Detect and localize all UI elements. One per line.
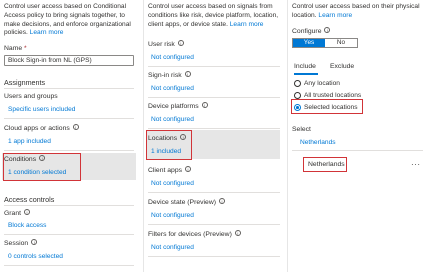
condition-value[interactable]: Not configured [151,116,194,124]
highlight-box [303,157,347,172]
condition-value[interactable]: Not configured [151,212,194,220]
condition-value[interactable]: Not configured [151,180,194,188]
info-icon[interactable]: i [72,124,79,130]
divider [4,88,134,89]
condition-sign-in-risk[interactable]: Sign-in risk i [148,71,191,80]
select-label: Select [292,126,311,133]
toggle-yes[interactable]: Yes [293,39,325,47]
info-icon[interactable]: i [219,198,225,204]
session-label-text: Session [4,240,29,247]
grant-label-text: Grant [4,210,21,217]
locations-description: Control user access based on their physi… [292,3,423,21]
divider [4,265,134,266]
divider [4,118,134,119]
active-tab-indicator [294,73,318,75]
name-label-text: Name [4,45,23,52]
radio-all-trusted[interactable] [294,92,301,99]
divider [4,234,134,235]
radio-any-location[interactable] [294,80,301,87]
divider [148,256,280,257]
highlight-box [291,99,363,114]
condition-label: Device state (Preview) [148,199,216,206]
name-label: Name * [4,45,27,53]
condition-label: Filters for devices (Preview) [148,231,232,238]
condition-filters-devices[interactable]: Filters for devices (Preview) i [148,230,241,239]
conditions-description: Control user access based on signals fro… [148,3,280,29]
condition-label: Client apps [148,167,183,174]
configure-toggle[interactable]: Yes No [292,38,358,48]
configure-label-text: Configure [292,28,322,35]
info-icon[interactable]: i [234,230,241,236]
divider [4,205,134,206]
access-controls-heading: Access controls [4,195,55,204]
tab-include[interactable]: Include [294,63,316,71]
highlight-box [146,130,192,160]
locations-description-text: Control user access based on their physi… [292,3,420,19]
policy-description-text: Control user access based on Conditional… [4,3,131,37]
info-icon[interactable]: i [201,102,208,108]
highlight-box [3,153,81,181]
info-icon[interactable]: i [24,209,30,215]
learn-more-link[interactable]: Learn more [230,21,264,28]
learn-more-link[interactable]: Learn more [30,29,64,36]
divider [148,192,280,193]
configure-label: Configure i [292,27,331,36]
divider [148,97,280,98]
grant-link[interactable]: Block access [8,222,46,230]
toggle-no[interactable]: No [325,39,357,47]
radio-label: Any location [304,80,340,87]
session-label: Session i [4,239,38,248]
condition-value[interactable]: Not configured [151,244,194,252]
users-groups-link[interactable]: Specific users included [8,106,75,114]
policy-pane: Control user access based on Conditional… [0,0,138,272]
condition-client-apps[interactable]: Client apps i [148,166,192,175]
cloud-apps-label-text: Cloud apps or actions [4,125,70,132]
assignments-heading: Assignments [4,78,46,87]
divider [292,150,423,151]
divider [148,128,280,129]
condition-value[interactable]: Not configured [151,54,194,62]
divider [148,224,280,225]
info-icon[interactable]: i [31,239,38,245]
users-groups-label: Users and groups [4,93,58,100]
info-icon[interactable]: i [185,166,192,172]
session-link[interactable]: 0 controls selected [8,253,63,261]
learn-more-link[interactable]: Learn more [318,12,352,19]
cloud-apps-link[interactable]: 1 app included [8,138,51,146]
select-locations-link[interactable]: Netherlands [300,139,336,147]
policy-description: Control user access based on Conditional… [4,3,134,38]
tab-exclude[interactable]: Exclude [330,63,354,71]
info-icon[interactable]: i [324,27,331,33]
condition-label: Device platforms [148,103,199,110]
grant-label: Grant i [4,209,30,218]
condition-label: User risk [148,41,175,48]
policy-name-input[interactable]: Block Sign-in from NL (GPS) [4,55,134,66]
more-options-icon[interactable]: ··· [411,160,421,170]
condition-label: Sign-in risk [148,72,182,79]
condition-value[interactable]: Not configured [151,85,194,93]
condition-device-state[interactable]: Device state (Preview) i [148,198,225,207]
info-icon[interactable]: i [184,71,191,77]
condition-device-platforms[interactable]: Device platforms i [148,102,208,111]
condition-user-risk[interactable]: User risk i [148,40,184,49]
locations-pane: Control user access based on their physi… [287,0,427,272]
cloud-apps-label: Cloud apps or actions i [4,124,79,133]
divider [148,66,280,67]
divider [4,150,134,151]
info-icon[interactable]: i [177,40,184,46]
required-mark: * [24,45,27,52]
conditions-pane: Control user access based on signals fro… [143,0,284,272]
